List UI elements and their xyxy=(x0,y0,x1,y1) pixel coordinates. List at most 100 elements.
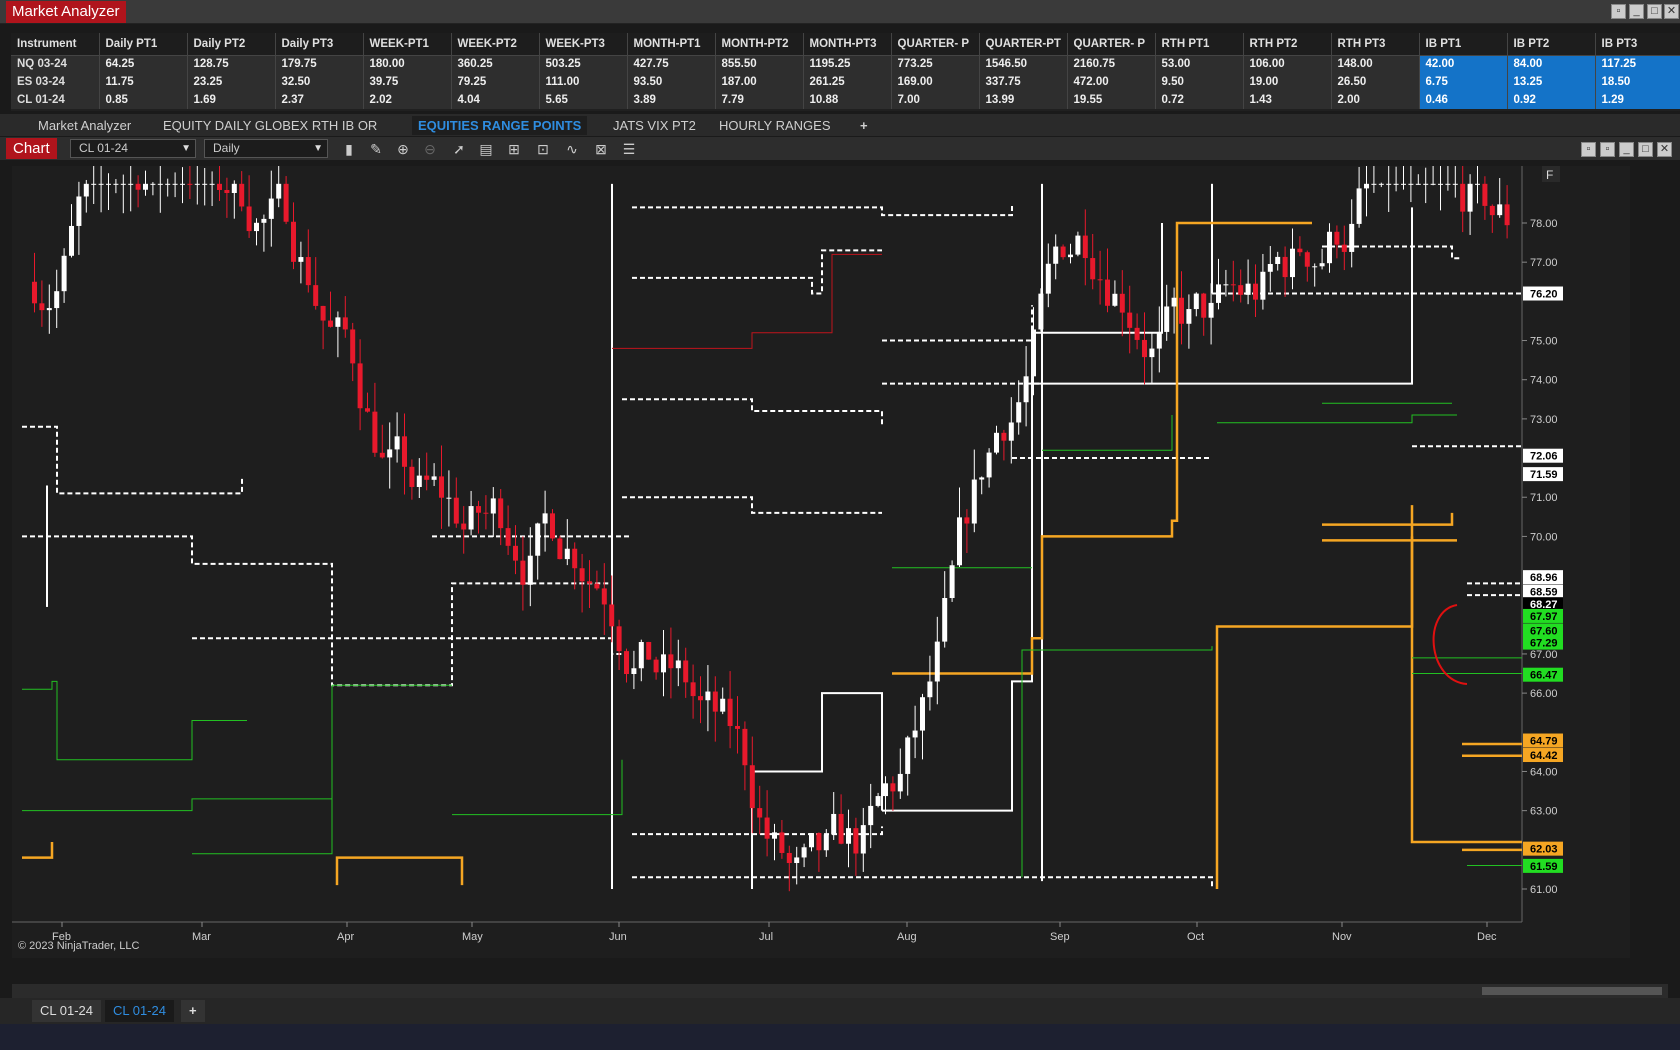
restore-icon[interactable]: ▫ xyxy=(1581,142,1596,157)
pointer-icon[interactable]: ➚ xyxy=(450,140,468,158)
price-label: 64.42 xyxy=(1530,750,1558,762)
app-title: Market Analyzer xyxy=(6,1,126,23)
tab-equity-daily[interactable]: EQUITY DAILY GLOBEX RTH IB OR xyxy=(157,116,383,135)
price-chart[interactable]: 78.00 77.00 75.00 74.00 73.00 71.00 70.00 67.00… xyxy=(12,166,1630,958)
column-header[interactable]: WEEK-PT2 xyxy=(451,33,540,56)
candle-body xyxy=(283,183,289,222)
candle-body xyxy=(1060,246,1066,258)
list-icon[interactable]: ☰ xyxy=(620,140,638,158)
chart-tab-strip: CL 01-24 CL 01-24 + xyxy=(0,998,1680,1024)
minimize-icon[interactable]: _ xyxy=(1629,4,1644,19)
candle-body xyxy=(705,691,711,701)
column-header[interactable]: MONTH-PT1 xyxy=(627,33,716,56)
maximize-icon[interactable]: □ xyxy=(1647,4,1662,19)
candle-body xyxy=(83,183,89,197)
add-tab-button[interactable]: + xyxy=(854,116,874,135)
tab-jats-vix[interactable]: JATS VIX PT2 xyxy=(607,116,702,135)
drawing-tools-icon[interactable]: ⊞ xyxy=(505,140,523,158)
indicators-icon[interactable]: ∿ xyxy=(563,140,581,158)
table-row[interactable]: NQ 03-24 64.25 128.75 179.75 180.00 360.25 503… xyxy=(11,55,1680,73)
column-header[interactable]: Daily PT2 xyxy=(187,33,276,56)
candle-body xyxy=(742,728,748,766)
value-cell: 180.00 xyxy=(363,55,452,73)
candle-body xyxy=(1075,235,1081,255)
table-row[interactable]: ES 03-24 11.75 23.25 32.50 39.75 79.25 111.00 9… xyxy=(11,73,1680,91)
candle-body xyxy=(786,852,792,864)
column-header[interactable]: IB PT2 xyxy=(1507,33,1596,56)
restore-icon[interactable]: ▫ xyxy=(1611,4,1626,19)
table-row[interactable]: CL 01-24 0.85 1.69 2.37 2.02 4.04 5.65 3.89 7.79… xyxy=(11,91,1680,109)
candle-body xyxy=(1031,329,1036,377)
templates-icon[interactable]: ⊡ xyxy=(534,140,552,158)
column-header[interactable]: Instrument xyxy=(11,33,100,56)
candle-body xyxy=(431,476,437,480)
value-cell: 855.50 xyxy=(715,55,804,73)
value-cell: 5.65 xyxy=(539,91,628,109)
instrument-select[interactable]: CL 01-24 ▼ xyxy=(70,139,196,158)
tab-equities-range-points[interactable]: EQUITIES RANGE POINTS xyxy=(412,116,588,135)
copyright-text: © 2023 NinjaTrader, LLC xyxy=(18,940,140,952)
candle-body xyxy=(276,183,282,199)
close-icon[interactable]: ✕ xyxy=(1657,142,1672,157)
maximize-icon[interactable]: □ xyxy=(1638,142,1653,157)
tab-market-analyzer[interactable]: Market Analyzer xyxy=(32,116,137,135)
candle-body xyxy=(520,560,526,585)
candle-body xyxy=(1097,279,1103,281)
tile-icon[interactable]: ▫ xyxy=(1600,142,1615,157)
bars-type-icon[interactable]: ▮ xyxy=(340,140,358,158)
pencil-icon[interactable]: ✎ xyxy=(367,140,385,158)
candle-body xyxy=(379,452,385,458)
candle-body xyxy=(527,555,533,585)
column-header[interactable]: Daily PT3 xyxy=(275,33,364,56)
column-header[interactable]: MONTH-PT2 xyxy=(715,33,804,56)
candle-body xyxy=(1105,279,1110,306)
chart-tab-2[interactable]: CL 01-24 xyxy=(105,1000,174,1022)
chart-scrollbar[interactable] xyxy=(12,984,1668,998)
column-header[interactable]: QUARTER- P xyxy=(891,33,980,56)
candle-body xyxy=(964,517,970,524)
column-header[interactable]: RTH PT3 xyxy=(1331,33,1420,56)
data-box-icon[interactable]: ▤ xyxy=(477,140,495,158)
add-chart-tab-button[interactable]: + xyxy=(181,1000,205,1022)
scrollbar-thumb[interactable] xyxy=(1482,987,1662,995)
value-cell: 13.25 xyxy=(1507,73,1596,91)
column-header[interactable]: Daily PT1 xyxy=(99,33,188,56)
column-header[interactable]: RTH PT2 xyxy=(1243,33,1332,56)
chart-title: Chart xyxy=(6,138,57,159)
value-cell: 117.25 xyxy=(1595,55,1680,73)
value-cell: 261.25 xyxy=(803,73,892,91)
candle-body xyxy=(1179,297,1184,324)
candle-body xyxy=(794,857,800,864)
column-header[interactable]: IB PT3 xyxy=(1595,33,1680,56)
candle-body xyxy=(564,548,570,560)
candle-body xyxy=(365,408,370,412)
zoom-in-icon[interactable]: ⊕ xyxy=(394,140,412,158)
value-cell: 0.46 xyxy=(1419,91,1508,109)
candle-body xyxy=(971,479,977,524)
close-icon[interactable]: ✕ xyxy=(1664,4,1679,19)
value-cell: 7.79 xyxy=(715,91,804,109)
candle-body xyxy=(1008,422,1014,441)
chart-tab-1[interactable]: CL 01-24 xyxy=(32,1000,101,1022)
price-label: 66.47 xyxy=(1530,670,1558,682)
candle-body xyxy=(579,568,585,582)
candle-body xyxy=(587,581,592,584)
column-header[interactable]: IB PT1 xyxy=(1419,33,1508,56)
column-header[interactable]: WEEK-PT3 xyxy=(539,33,628,56)
column-header[interactable]: QUARTER- P xyxy=(1067,33,1156,56)
candle-body xyxy=(1142,339,1147,358)
candle-body xyxy=(927,681,933,698)
interval-select[interactable]: Daily ▼ xyxy=(204,139,328,158)
price-label: 76.20 xyxy=(1530,289,1558,301)
strategies-icon[interactable]: ⊠ xyxy=(592,140,610,158)
candle-body xyxy=(912,730,918,738)
candle-body xyxy=(135,183,141,190)
tab-hourly-ranges[interactable]: HOURLY RANGES xyxy=(713,116,837,135)
column-header[interactable]: WEEK-PT1 xyxy=(363,33,452,56)
value-cell: 10.88 xyxy=(803,91,892,109)
column-header[interactable]: MONTH-PT3 xyxy=(803,33,892,56)
column-header[interactable]: RTH PT1 xyxy=(1155,33,1244,56)
zoom-out-icon[interactable]: ⊖ xyxy=(421,140,439,158)
minimize-icon[interactable]: _ xyxy=(1619,142,1634,157)
column-header[interactable]: QUARTER-PT xyxy=(979,33,1068,56)
